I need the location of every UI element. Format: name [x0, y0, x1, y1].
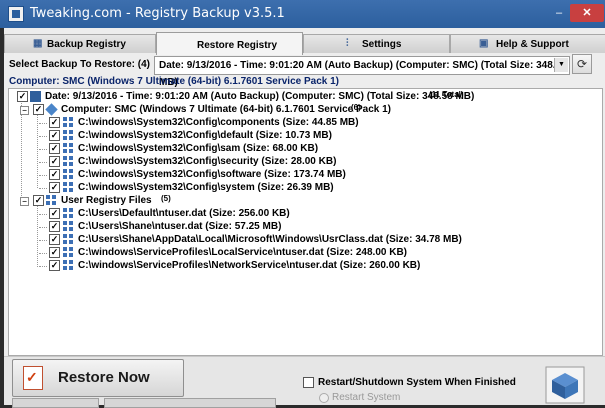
file-checkbox[interactable]: ✓	[49, 143, 60, 154]
file-checkbox[interactable]: ✓	[49, 221, 60, 232]
collapse-toggle[interactable]: −	[20, 197, 29, 206]
collapse-toggle[interactable]: −	[20, 106, 29, 115]
registry-icon: ▦	[33, 38, 43, 49]
file-label: C:\windows\System32\Config\software (Siz…	[78, 169, 346, 180]
computer-checkbox[interactable]: ✓	[33, 104, 44, 115]
file-label: C:\windows\System32\Config\security (Siz…	[78, 156, 337, 167]
computer-node-label: Computer: SMC (Windows 7 Ultimate (64-bi…	[61, 104, 392, 115]
registry-cube-icon	[545, 366, 585, 404]
file-checkbox[interactable]: ✓	[49, 260, 60, 271]
file-label: C:\Users\Default\ntuser.dat (Size: 256.0…	[78, 208, 290, 219]
file-checkbox[interactable]: ✓	[49, 234, 60, 245]
tab-restore-registry[interactable]: Restore Registry	[156, 32, 303, 55]
backup-select-row: Select Backup To Restore: (4) Date: 9/13…	[4, 54, 605, 88]
computer-node-count: (6)	[351, 103, 361, 112]
backup-tree: ✓ Date: 9/13/2016 - Time: 9:01:20 AM (Au…	[8, 88, 603, 356]
tree-line	[39, 214, 47, 215]
tab-label: Restore Registry	[197, 40, 278, 51]
secondary-button[interactable]	[104, 398, 276, 408]
file-checkbox[interactable]: ✓	[49, 156, 60, 167]
settings-sliders-icon: ⫶	[346, 38, 349, 49]
user-node-count: (5)	[161, 194, 171, 203]
tree-line	[39, 123, 47, 124]
secondary-button[interactable]	[12, 398, 99, 408]
backup-select-dropdown[interactable]: Date: 9/13/2016 - Time: 9:01:20 AM (Auto…	[154, 56, 570, 88]
tree-line	[39, 162, 47, 163]
computer-monitor-icon	[30, 91, 41, 102]
restart-system-label: Restart System	[332, 392, 401, 403]
file-label: C:\windows\System32\Config\default (Size…	[78, 130, 332, 141]
app-icon	[8, 6, 24, 22]
registry-file-icon	[63, 156, 74, 167]
user-files-checkbox[interactable]: ✓	[33, 195, 44, 206]
file-label: C:\windows\ServiceProfiles\LocalService\…	[78, 247, 408, 258]
file-label: C:\Users\Shane\ntuser.dat (Size: 57.25 M…	[78, 221, 282, 232]
tree-line	[37, 203, 38, 267]
restart-label: Restart/Shutdown System When Finished	[318, 377, 516, 388]
root-checkbox[interactable]: ✓	[17, 91, 28, 102]
tree-line	[39, 136, 47, 137]
registry-file-icon	[63, 234, 74, 245]
registry-folder-icon	[46, 195, 57, 206]
file-label: C:\windows\System32\Config\system (Size:…	[78, 182, 334, 193]
user-node-label: User Registry Files	[61, 195, 152, 206]
tree-line	[39, 240, 47, 241]
computer-info: Computer: SMC (Windows 7 Ultimate (64-bi…	[9, 76, 340, 87]
file-checkbox[interactable]: ✓	[49, 182, 60, 193]
registry-file-icon	[63, 169, 74, 180]
restore-now-button[interactable]: Restore Now	[12, 359, 184, 397]
tab-bar: ▦ Backup Registry Restore Registry ⫶ Set…	[4, 32, 605, 55]
file-label: C:\windows\System32\Config\components (S…	[78, 117, 359, 128]
tree-line	[39, 266, 47, 267]
registry-file-icon	[63, 130, 74, 141]
registry-file-icon	[63, 182, 74, 193]
registry-file-icon	[63, 143, 74, 154]
root-label: Date: 9/13/2016 - Time: 9:01:20 AM (Auto…	[45, 91, 475, 102]
registry-file-icon	[63, 208, 74, 219]
close-button[interactable]: ✕	[570, 4, 604, 22]
tree-line	[39, 227, 47, 228]
title-bar: Tweaking.com - Registry Backup v3.5.1 – …	[0, 0, 605, 28]
main-window: ▦ Backup Registry Restore Registry ⫶ Set…	[4, 28, 605, 408]
help-book-icon: ▣	[479, 38, 489, 49]
file-label: C:\Users\Shane\AppData\Local\Microsoft\W…	[78, 234, 462, 245]
tab-label: Help & Support	[496, 39, 569, 50]
action-panel: Restore Now Restart/Shutdown System When…	[4, 356, 605, 408]
file-checkbox[interactable]: ✓	[49, 169, 60, 180]
file-checkbox[interactable]: ✓	[49, 130, 60, 141]
cube-icon	[45, 103, 58, 116]
restore-label: Restore Now	[58, 369, 150, 386]
tree-line	[37, 111, 38, 188]
file-checkbox[interactable]: ✓	[49, 247, 60, 258]
refresh-icon[interactable]: ⟳	[572, 54, 592, 74]
registry-file-icon	[63, 260, 74, 271]
window-title: Tweaking.com - Registry Backup v3.5.1	[30, 6, 285, 21]
minimize-button[interactable]: –	[552, 7, 566, 19]
file-label: C:\windows\ServiceProfiles\NetworkServic…	[78, 260, 421, 271]
tab-backup-registry[interactable]: ▦ Backup Registry	[4, 34, 156, 53]
tree-line	[39, 175, 47, 176]
tree-line	[39, 188, 47, 189]
tab-settings[interactable]: ⫶ Settings	[303, 34, 450, 53]
root-count: (11 Total)	[429, 90, 464, 99]
tree-line	[39, 149, 47, 150]
file-checkbox[interactable]: ✓	[49, 117, 60, 128]
select-backup-label: Select Backup To Restore: (4)	[9, 59, 150, 70]
restore-clipboard-icon	[23, 366, 43, 390]
tab-label: Backup Registry	[47, 39, 126, 50]
file-label: C:\windows\System32\Config\sam (Size: 68…	[78, 143, 319, 154]
restart-checkbox[interactable]	[303, 377, 314, 388]
restart-system-radio[interactable]	[319, 393, 329, 403]
registry-file-icon	[63, 247, 74, 258]
tree-line	[39, 253, 47, 254]
registry-file-icon	[63, 221, 74, 232]
tab-label: Settings	[362, 39, 402, 50]
tab-help-support[interactable]: ▣ Help & Support	[450, 34, 605, 53]
file-checkbox[interactable]: ✓	[49, 208, 60, 219]
tree-line	[21, 101, 22, 196]
chevron-down-icon[interactable]: ▼	[554, 58, 568, 72]
registry-file-icon	[63, 117, 74, 128]
